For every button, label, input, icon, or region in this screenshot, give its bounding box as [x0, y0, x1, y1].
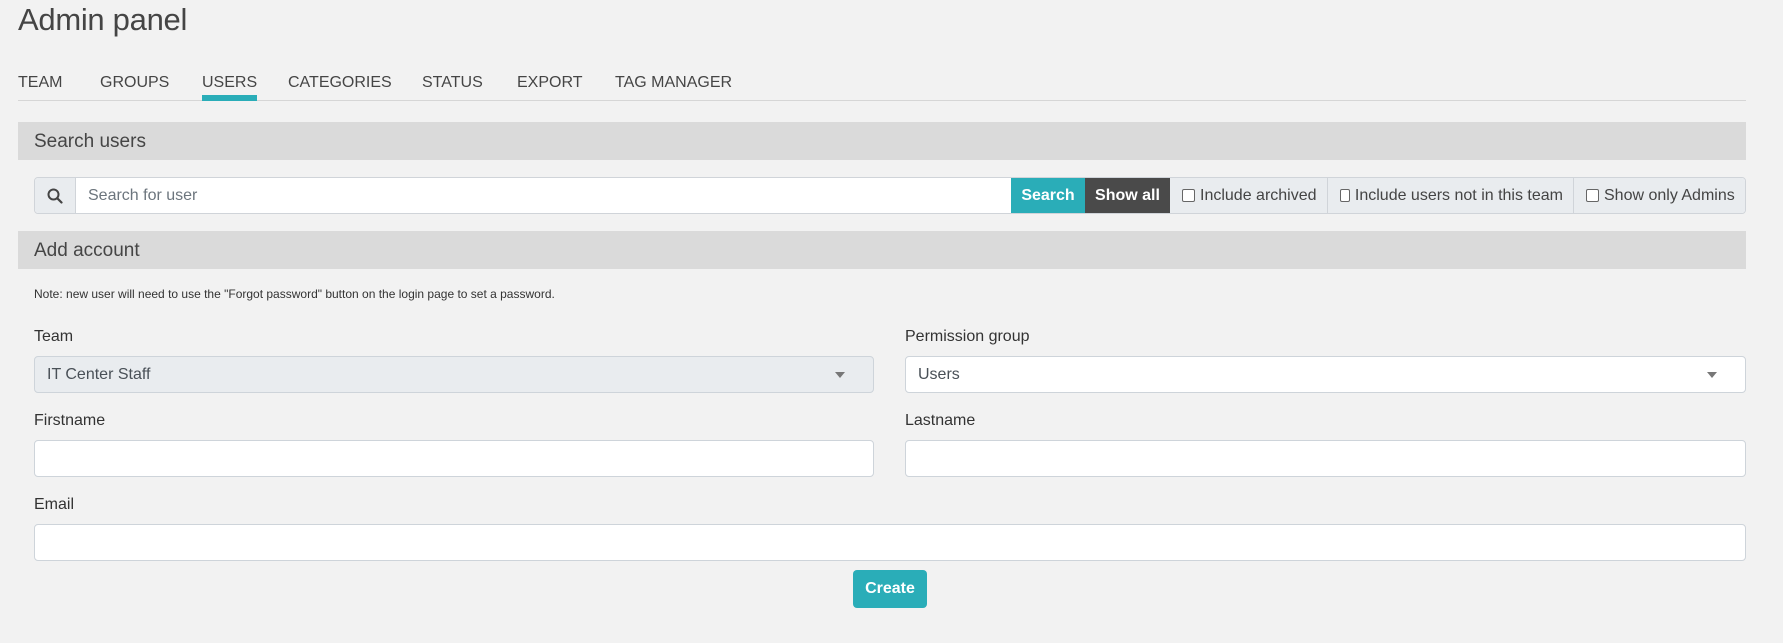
include-users-not-in-team-label: Include users not in this team	[1354, 186, 1563, 204]
search-bar: Search Show all Include archived Include…	[34, 177, 1746, 214]
create-button[interactable]: Create	[853, 570, 927, 608]
password-note: Note: new user will need to use the "For…	[34, 287, 555, 301]
email-field-wrapper	[34, 524, 1746, 561]
checkbox-icon[interactable]	[1182, 189, 1195, 202]
tab-status[interactable]: STATUS	[422, 74, 483, 92]
search-users-heading: Search users	[34, 131, 146, 152]
search-users-header: Search users	[18, 122, 1746, 160]
search-button[interactable]: Search	[1011, 178, 1085, 213]
permission-group-select[interactable]: Users	[905, 356, 1746, 393]
search-input[interactable]	[76, 178, 1011, 213]
add-account-heading: Add account	[34, 240, 140, 261]
team-label: Team	[34, 328, 74, 345]
chevron-down-icon	[1707, 372, 1717, 378]
team-select[interactable]: IT Center Staff	[34, 356, 874, 393]
permission-group-value: Users	[918, 365, 960, 383]
include-archived-label: Include archived	[1200, 186, 1317, 204]
firstname-field-wrapper	[34, 440, 874, 477]
include-archived-checkbox[interactable]: Include archived	[1170, 178, 1327, 213]
include-users-not-in-team-checkbox[interactable]: Include users not in this team	[1327, 178, 1573, 213]
permission-group-label: Permission group	[905, 328, 1030, 345]
show-all-button[interactable]: Show all	[1085, 178, 1170, 213]
tab-groups[interactable]: GROUPS	[100, 74, 169, 92]
lastname-label: Lastname	[905, 412, 976, 429]
tab-tag-manager[interactable]: TAG MANAGER	[615, 74, 732, 92]
add-account-header: Add account	[18, 231, 1746, 269]
tab-categories[interactable]: CATEGORIES	[288, 74, 392, 92]
lastname-field[interactable]	[906, 441, 1745, 476]
team-select-value: IT Center Staff	[47, 365, 151, 383]
email-label: Email	[34, 496, 75, 513]
firstname-field[interactable]	[35, 441, 873, 476]
checkbox-icon[interactable]	[1340, 189, 1350, 202]
admin-tabs: TEAM GROUPS USERS CATEGORIES STATUS EXPO…	[18, 0, 1746, 101]
firstname-label: Firstname	[34, 412, 106, 429]
checkbox-icon[interactable]	[1586, 189, 1599, 202]
chevron-down-icon	[835, 372, 845, 378]
show-only-admins-label: Show only Admins	[1604, 186, 1735, 204]
tab-export[interactable]: EXPORT	[517, 74, 583, 92]
tab-team[interactable]: TEAM	[18, 74, 62, 92]
search-icon	[35, 178, 76, 213]
show-only-admins-checkbox[interactable]: Show only Admins	[1573, 178, 1745, 213]
lastname-field-wrapper	[905, 440, 1746, 477]
tab-users[interactable]: USERS	[202, 74, 258, 101]
email-field[interactable]	[35, 525, 1745, 560]
